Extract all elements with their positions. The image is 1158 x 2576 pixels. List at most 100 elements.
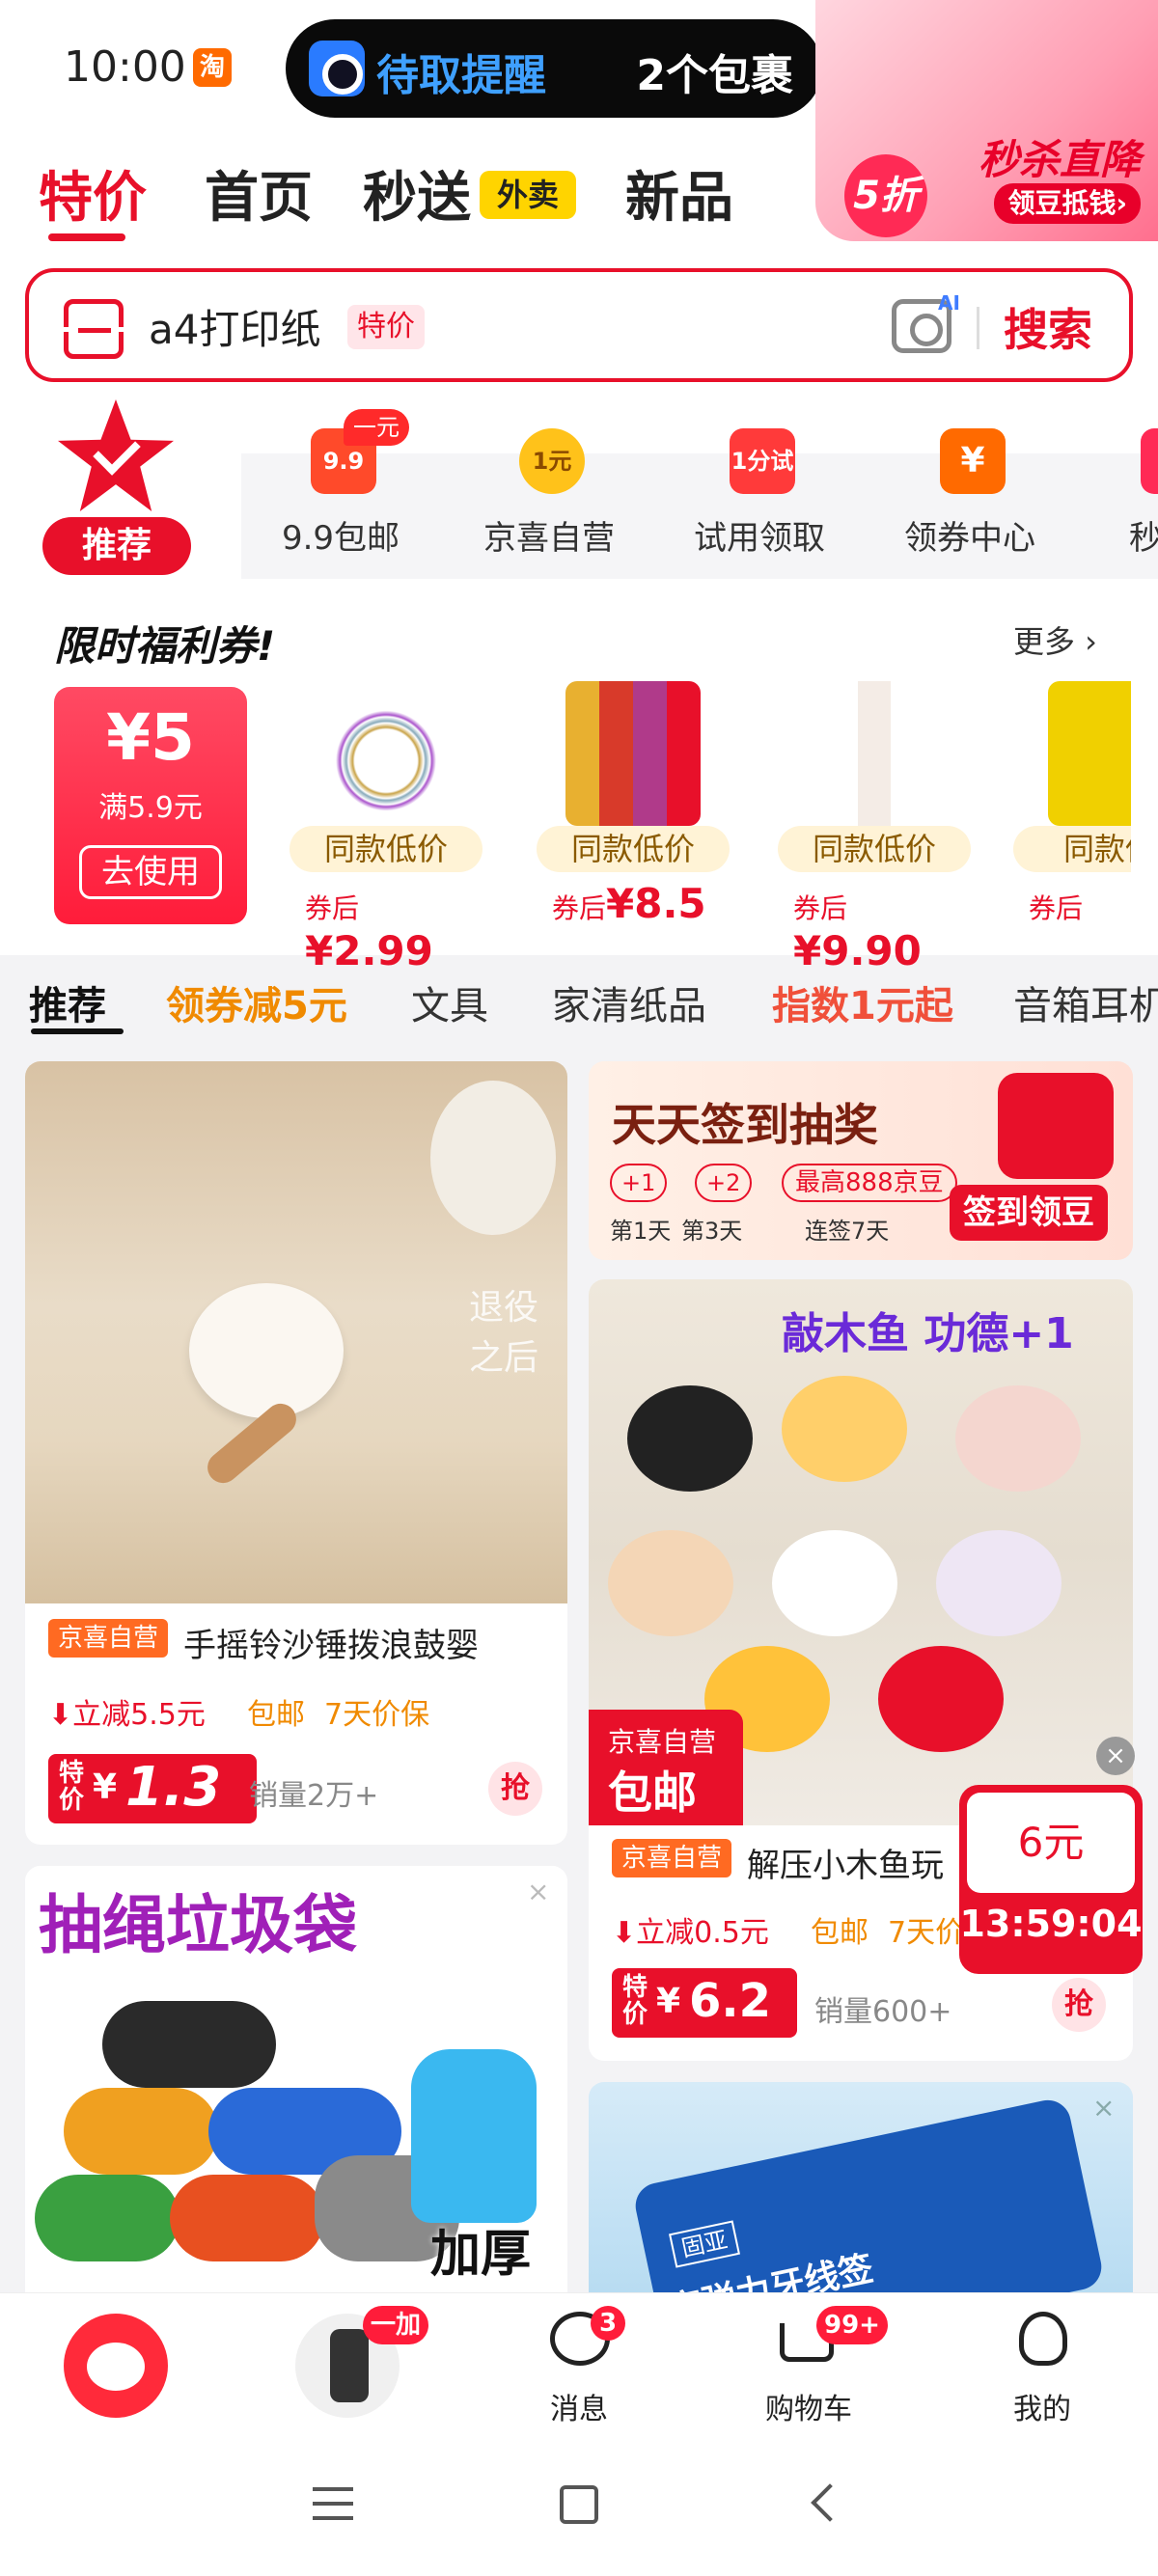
overlay-tag: 京喜自营 包邮 [589,1710,743,1825]
category-label: 9.9包邮 [281,519,400,558]
coupon-amount: 6元 [967,1793,1135,1893]
jd-mascot-icon [64,2314,168,2418]
bean-chip: +1 [610,1164,668,1202]
one-yuan-badge: 一元 [344,409,409,446]
voucher[interactable]: ¥5 满5.9元 去使用 [54,687,247,924]
product-banner: 抽绳垃圾袋 [39,1888,357,1962]
feed-tab-stationery[interactable]: 文具 [411,974,488,1030]
price-box: 特价 ¥ 1.3 [48,1754,257,1823]
nav-messages[interactable]: 3 消息 [502,2306,656,2431]
down-arrow-icon: ⬇ [48,1698,73,1732]
countdown-timer: 13:59:04 [959,1903,1143,1945]
product-image [565,681,701,826]
low-price-tag: 同款低 [1013,826,1131,872]
coupon-product[interactable]: 同款低价 券后¥8.5 [537,681,730,932]
product-price: 券后¥9.90 [793,892,922,974]
feed-tab-paper[interactable]: 家清纸品 [552,974,706,1030]
price-box: 特价 ¥ 6.2 [612,1968,797,2038]
countdown-coupon[interactable]: 6元 13:59:04 [959,1785,1143,1974]
close-icon[interactable]: × [1092,2092,1115,2124]
status-time: 10:00 [64,42,186,92]
active-tab-underline [48,233,125,241]
free-shipping: 包邮 [811,1916,868,1950]
feed-tab-coupon[interactable]: 领券减5元 [166,974,347,1030]
notification-badge: 3 [591,2306,625,2341]
category-jingxi[interactable]: 1元 京喜自营 [457,419,641,573]
product-card[interactable]: 抽绳垃圾袋 加厚 × [25,1866,567,2292]
delivery-app-icon [309,41,365,96]
coupon-section-title: 限时福利券! [54,622,276,670]
product-image [318,681,454,826]
search-tag: 特价 [347,305,425,349]
promo-title: 秒杀直降 [978,136,1141,183]
nav-cart[interactable]: 99+ 购物车 [731,2306,888,2431]
ai-label: AI [938,291,960,315]
feed-tab-index[interactable]: 指数1元起 [772,974,953,1030]
search-bar[interactable]: a4打印纸 特价 AI 搜索 [25,268,1133,382]
person-icon [1019,2312,1067,2366]
search-button[interactable]: 搜索 [1004,295,1092,359]
feed-tab-recommend[interactable]: 推荐 [29,974,106,1030]
scan-icon[interactable] [61,299,128,359]
day-label: 第3天 [681,1218,743,1245]
grab-button[interactable]: 抢 [1052,1978,1106,2032]
nav-phone[interactable]: 一加 [274,2306,428,2431]
coin-icon: 1元 [519,428,585,494]
discount-text: ⬇立减0.5元 [612,1916,769,1950]
close-icon[interactable]: × [527,1876,549,1907]
category-coupon-center[interactable]: ¥ 领券中心 [878,419,1062,573]
feed-tab-underline [31,1028,124,1034]
signin-card[interactable]: 天天签到抽奖 +1 +2 最高888京豆 第1天 第3天 连签7天 签到领豆 [589,1061,1133,1260]
close-icon[interactable]: × [1096,1737,1135,1775]
nav-label: 我的 [1013,2393,1071,2426]
product-card[interactable]: 退役之后 京喜自营 手摇铃沙锤拨浪鼓婴 ⬇立减5.5元 包邮 7天价保 特价 ¥… [25,1061,567,1845]
tab-tejia[interactable]: 特价 [39,154,147,233]
jingxi-tag: 京喜自营 [612,1839,732,1877]
watermark: 退役之后 [469,1288,539,1378]
coupon-product[interactable]: 同款低 券后¥1 [1013,681,1131,932]
coupon-product[interactable]: 同款低价 券后¥2.99 [290,681,482,974]
product-card[interactable]: 固亚 高弹力牙线签 × [589,2082,1133,2292]
more-link[interactable]: 更多 › [1013,617,1097,662]
nav-label: 购物车 [765,2393,852,2426]
nav-me[interactable]: 我的 [965,2306,1119,2431]
tab-miaosong[interactable]: 秒送 [363,154,471,233]
use-voucher-button[interactable]: 去使用 [79,845,222,899]
notification-badge: 99+ [816,2306,888,2344]
price-guarantee: 7天价保 [324,1698,430,1732]
day-label: 连签7天 [805,1218,890,1245]
discount-text: ⬇立减5.5元 [48,1698,206,1732]
low-price-tag: 同款低价 [537,826,730,872]
bean-chip: +2 [695,1164,753,1202]
category-label: 京喜自营 [483,519,615,558]
grab-button[interactable]: 抢 [488,1762,542,1816]
free-shipping: 包邮 [247,1698,305,1732]
search-query[interactable]: a4打印纸 [149,297,320,356]
product-image: 退役之后 [25,1061,567,1603]
recommend-category[interactable]: 推荐 [42,517,191,575]
category-trial[interactable]: 1分试 试用领取 [668,419,851,573]
coupon-product[interactable]: 同款低价 券后¥9.90 [778,681,971,974]
dynamic-island[interactable]: 待取提醒 2个包裹 [286,19,822,118]
home-square-icon[interactable] [560,2485,598,2524]
tab-new[interactable]: 新品 [625,154,733,233]
menu-icon[interactable] [313,2487,353,2520]
waimai-badge: 外卖 [480,171,576,219]
price-guarantee: 7天价 [888,1916,965,1950]
feed-tab-audio[interactable]: 音箱耳机 [1013,974,1158,1030]
product-price: 券后¥1 [1029,892,1085,932]
nav-home[interactable] [39,2306,193,2431]
tab-home[interactable]: 首页 [205,154,313,233]
down-arrow-icon: ⬇ [612,1916,637,1950]
category-more[interactable]: 秒 [1089,419,1158,573]
gift-bag-icon: 1分试 [730,428,795,494]
signin-title: 天天签到抽奖 [612,1099,878,1151]
product-image [807,681,942,826]
voucher-condition: 满5.9元 [98,791,203,825]
category-label: 领券中心 [904,519,1035,558]
signin-button[interactable]: 签到领豆 [950,1185,1108,1241]
flash-sale-promo[interactable]: 5折 秒杀直降 领豆抵钱› [815,0,1158,241]
category-9-9[interactable]: 9.9 9.9包邮 [249,419,432,573]
product-title: 手摇铃沙锤拨浪鼓婴 [183,1627,479,1665]
search-divider [977,307,979,349]
